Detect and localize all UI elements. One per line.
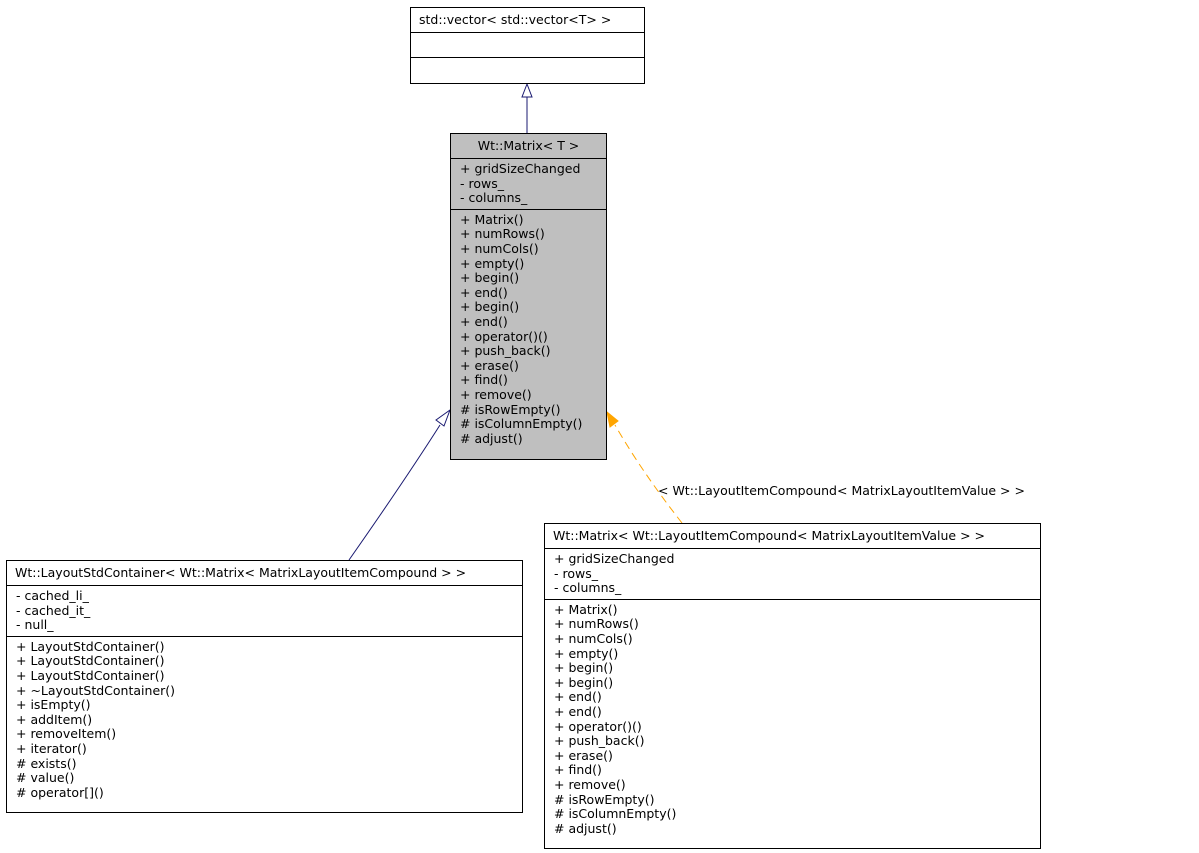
inheritance-arrowhead: [435, 408, 452, 427]
attributes-section: - cached_li_ - cached_it_ - null_: [7, 586, 522, 636]
method: # exists(): [16, 755, 77, 771]
inheritance-edge-matrix-to-vector: [521, 82, 533, 133]
method: # value(): [16, 770, 75, 786]
method: + remove(): [554, 776, 626, 792]
class-title: std::vector< std::vector<T> >: [411, 8, 644, 33]
class-box-matrix[interactable]: Wt::Matrix< T > + gridSizeChanged - rows…: [450, 133, 607, 460]
method: + erase(): [460, 357, 519, 373]
method: # adjust(): [554, 820, 617, 836]
method: + ~LayoutStdContainer(): [16, 682, 176, 698]
method: + push_back(): [460, 343, 551, 359]
method: + numCols(): [460, 240, 539, 256]
method: + find(): [554, 762, 602, 778]
class-box-matrix-instantiation[interactable]: Wt::Matrix< Wt::LayoutItemCompound< Matr…: [544, 523, 1041, 849]
attribute: - columns_: [460, 190, 528, 206]
method: + find(): [460, 372, 508, 388]
method: # isRowEmpty(): [460, 401, 561, 417]
class-title: Wt::Matrix< Wt::LayoutItemCompound< Matr…: [545, 524, 1040, 549]
method: # isColumnEmpty(): [554, 806, 677, 822]
method: # adjust(): [460, 430, 523, 446]
method: + operator()(): [554, 718, 642, 734]
method: + numCols(): [554, 630, 633, 646]
method: + LayoutStdContainer(): [16, 653, 165, 669]
method: + addItem(): [16, 711, 93, 727]
method: + begin(): [460, 299, 520, 315]
method: + numRows(): [460, 226, 545, 242]
method: + empty(): [460, 255, 525, 271]
template-binding-edge: [606, 410, 683, 524]
class-title: Wt::LayoutStdContainer< Wt::Matrix< Matr…: [7, 561, 522, 586]
method: # isRowEmpty(): [554, 791, 655, 807]
class-box-vector[interactable]: std::vector< std::vector<T> >: [410, 7, 645, 84]
method: + numRows(): [554, 616, 639, 632]
attribute: - columns_: [554, 580, 622, 596]
method: + erase(): [554, 747, 613, 763]
template-arrowhead: [606, 410, 619, 428]
method: + push_back(): [554, 733, 645, 749]
method: + end(): [460, 284, 508, 300]
methods-section: + Matrix() + numRows() + numCols() + emp…: [545, 598, 1040, 840]
method: + remove(): [460, 386, 532, 402]
attributes-section: [411, 33, 644, 57]
method: # operator[](): [16, 784, 104, 800]
attribute: - rows_: [460, 175, 504, 191]
method: + empty(): [554, 645, 619, 661]
method: + begin(): [554, 660, 614, 676]
method: + end(): [554, 689, 602, 705]
method: + LayoutStdContainer(): [16, 667, 165, 683]
inheritance-arrowhead: [521, 82, 533, 98]
methods-section: [411, 57, 644, 81]
method: + iterator(): [16, 740, 87, 756]
method: + Matrix(): [554, 601, 618, 617]
attribute: + gridSizeChanged: [554, 551, 675, 566]
attribute: - cached_it_: [16, 602, 91, 618]
method: + isEmpty(): [16, 697, 91, 713]
attribute: - cached_li_: [16, 588, 89, 603]
methods-section: + Matrix() + numRows() + numCols() + emp…: [451, 208, 606, 450]
attribute: - null_: [16, 617, 54, 633]
method: + LayoutStdContainer(): [16, 638, 165, 654]
method: + begin(): [554, 674, 614, 690]
attribute: + gridSizeChanged: [460, 161, 581, 176]
method: + removeItem(): [16, 726, 117, 742]
method: + operator()(): [460, 328, 548, 344]
method: # isColumnEmpty(): [460, 416, 583, 432]
methods-section: + LayoutStdContainer() + LayoutStdContai…: [7, 635, 522, 804]
attribute: - rows_: [554, 565, 598, 581]
method: + begin(): [460, 270, 520, 286]
attributes-section: + gridSizeChanged - rows_ - columns_: [451, 159, 606, 209]
method: + end(): [554, 703, 602, 719]
template-binding-label: < Wt::LayoutItemCompound< MatrixLayoutIt…: [658, 483, 1025, 498]
class-box-layout-std-container[interactable]: Wt::LayoutStdContainer< Wt::Matrix< Matr…: [6, 560, 523, 813]
method: + end(): [460, 313, 508, 329]
attributes-section: + gridSizeChanged - rows_ - columns_: [545, 549, 1040, 599]
inheritance-edge-container-to-matrix: [348, 408, 452, 561]
class-title: Wt::Matrix< T >: [451, 134, 606, 159]
method: + Matrix(): [460, 211, 524, 227]
